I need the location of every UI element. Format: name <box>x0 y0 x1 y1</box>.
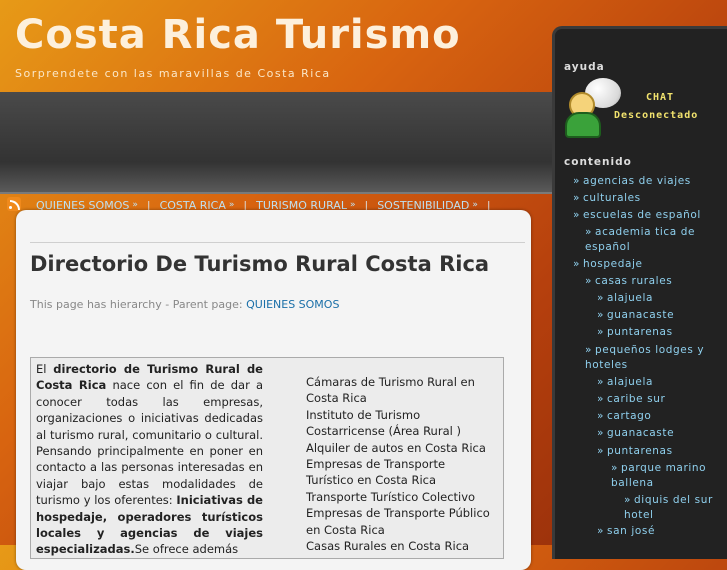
site-tagline: Sorprendete con las maravillas de Costa … <box>15 67 331 80</box>
main-navigation: QUIENES SOMOS» | COSTA RICA» | TURISMO RURAL… <box>0 92 552 240</box>
bullet-icon: » <box>597 376 605 388</box>
sidebar-item-hospedaje[interactable]: » hospedaje <box>573 257 713 272</box>
rss-icon-dot <box>9 206 12 209</box>
sidebar-item-label[interactable]: escuelas de español <box>583 209 701 221</box>
bullet-icon: » <box>585 344 593 356</box>
sidebar-item-cartago[interactable]: » cartago <box>597 409 713 424</box>
intro-text-1: El <box>36 362 54 376</box>
sidebar-item-diquis-del-sur-hotel[interactable]: » diquis del sur hotel <box>624 493 714 523</box>
sidebar-item-label[interactable]: agencias de viajes <box>583 175 691 187</box>
directory-list-item: Empresas de Transporte Turístico en Cost… <box>306 457 446 488</box>
sidebar-item-puntarenas[interactable]: » puntarenas <box>597 325 713 340</box>
sidebar-item-puntarenas[interactable]: » puntarenas <box>597 444 713 459</box>
bullet-icon: » <box>597 445 605 457</box>
directory-intro: El directorio de Turismo Rural de Costa … <box>36 361 263 558</box>
bullet-icon: » <box>624 494 632 506</box>
sidebar-item-casas-rurales[interactable]: » casas rurales <box>585 274 713 289</box>
chat-user-body <box>565 112 601 138</box>
sidebar-item-label[interactable]: hospedaje <box>583 258 643 270</box>
bullet-icon: » <box>585 275 593 287</box>
content-divider <box>30 242 525 243</box>
sidebar-item-san-josé[interactable]: » san josé <box>597 524 713 539</box>
sidebar-item-label[interactable]: alajuela <box>607 376 653 388</box>
bullet-icon: » <box>597 309 605 321</box>
sidebar-item-label[interactable]: casas rurales <box>595 275 672 287</box>
sidebar-item-label[interactable]: diquis del sur hotel <box>624 494 713 521</box>
directory-list-item: Alquiler de autos en Costa Rica <box>306 440 486 455</box>
sidebar-item-guanacaste[interactable]: » guanacaste <box>597 426 713 441</box>
sidebar-item-agencias-de-viajes[interactable]: » agencias de viajes <box>573 174 713 189</box>
bullet-icon: » <box>611 462 619 474</box>
sidebar-item-guanacaste[interactable]: » guanacaste <box>597 308 713 323</box>
submenu-arrow-icon: » <box>472 200 478 210</box>
bullet-icon: » <box>573 258 581 270</box>
submenu-arrow-icon: » <box>132 200 138 210</box>
hierarchy-text: This page has hierarchy - Parent page: <box>30 298 247 311</box>
bullet-icon: » <box>597 292 605 304</box>
intro-text-2: nace con el fin de dar a conocer todas l… <box>36 378 263 508</box>
directory-list-item: Empresas de Transporte Público en Costa … <box>306 506 490 537</box>
submenu-arrow-icon: » <box>228 200 235 210</box>
sidebar-item-label[interactable]: caribe sur <box>607 393 665 405</box>
sidebar-item-label[interactable]: academia tica de español <box>585 226 695 253</box>
directory-list-item: Cámaras de Turismo Rural en Costa Rica <box>306 375 475 406</box>
site-header: Costa Rica Turismo Sorprendete con las m… <box>0 0 552 92</box>
bullet-icon: » <box>585 226 593 238</box>
bullet-icon: » <box>573 209 581 221</box>
submenu-arrow-icon: » <box>349 200 356 210</box>
sidebar-item-alajuela[interactable]: » alajuela <box>597 291 713 306</box>
sidebar-item-caribe-sur[interactable]: » caribe sur <box>597 392 713 407</box>
bullet-icon: » <box>597 525 605 537</box>
directory-list-item: Transporte Turístico Colectivo <box>306 489 476 504</box>
chat-status[interactable]: Desconectado <box>614 110 698 121</box>
sidebar-item-label[interactable]: puntarenas <box>607 445 673 457</box>
chat-title[interactable]: CHAT <box>646 92 674 103</box>
sidebar-item-alajuela[interactable]: » alajuela <box>597 375 713 390</box>
bullet-icon: » <box>597 326 605 338</box>
directory-list: Cámaras de Turismo Rural en Costa Rica In… <box>306 374 496 554</box>
ayuda-heading: ayuda <box>564 61 605 73</box>
directory-list-item: Casas Rurales en Costa Rica <box>306 539 470 554</box>
parent-page-link[interactable]: QUIENES SOMOS <box>246 298 339 311</box>
bullet-icon: » <box>573 192 581 204</box>
sidebar-item-escuelas-de-español[interactable]: » escuelas de español <box>573 208 713 223</box>
contenido-heading: contenido <box>564 156 632 168</box>
sidebar-item-pequeños-lodges-y-hoteles[interactable]: » pequeños lodges y hoteles <box>585 343 713 373</box>
bullet-icon: » <box>597 427 605 439</box>
page-hierarchy: This page has hierarchy - Parent page: Q… <box>30 298 339 311</box>
sidebar-item-label[interactable]: cartago <box>607 410 651 422</box>
site-title[interactable]: Costa Rica Turismo <box>15 12 461 58</box>
sidebar-item-label[interactable]: guanacaste <box>607 427 674 439</box>
sidebar-item-academia-tica-de-español[interactable]: » academia tica de español <box>585 225 713 255</box>
sidebar-item-culturales[interactable]: » culturales <box>573 191 713 206</box>
sidebar-item-label[interactable]: alajuela <box>607 292 653 304</box>
sidebar-item-label[interactable]: san josé <box>607 525 655 537</box>
nav-divider <box>0 192 552 194</box>
sidebar-item-label[interactable]: culturales <box>583 192 641 204</box>
sidebar-item-parque-marino-ballena[interactable]: » parque marino ballena <box>611 461 713 491</box>
directory-list-item: Instituto de Turismo Costarricense (Área… <box>306 407 461 439</box>
bullet-icon: » <box>573 175 581 187</box>
page-title: Directorio De Turismo Rural Costa Rica <box>30 252 490 276</box>
bullet-icon: » <box>597 410 605 422</box>
sidebar-item-label[interactable]: puntarenas <box>607 326 673 338</box>
sidebar-item-label[interactable]: parque marino ballena <box>611 462 706 489</box>
sidebar-item-label[interactable]: guanacaste <box>607 309 674 321</box>
bullet-icon: » <box>597 393 605 405</box>
sidebar-item-label[interactable]: pequeños lodges y hoteles <box>585 344 704 371</box>
